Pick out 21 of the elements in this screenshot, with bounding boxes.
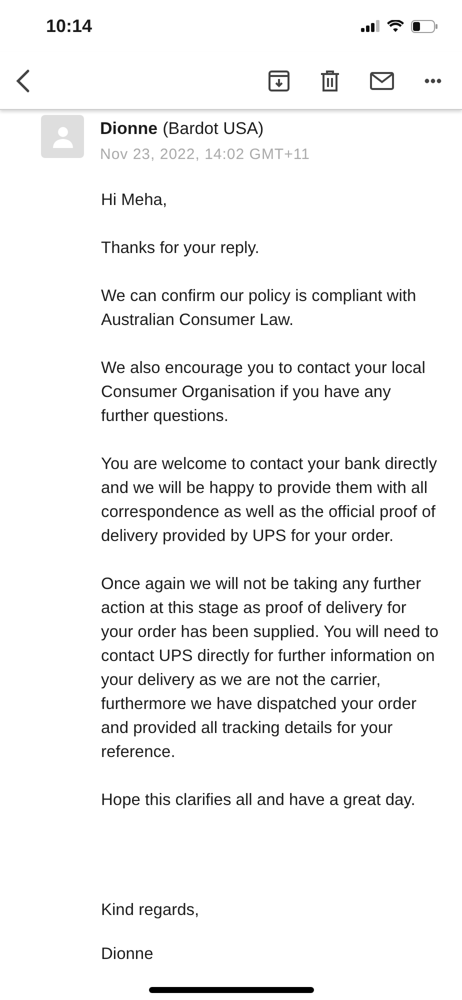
sender-name: Dionne: [100, 118, 158, 140]
message-paragraph: We can confirm our policy is compliant with Australian Consumer Law.: [101, 286, 418, 331]
signal-icon: [361, 20, 380, 32]
message-paragraph: Thanks for your reply.: [101, 238, 260, 259]
message-date: Nov 23, 2022, 14:02 GMT+11: [100, 144, 310, 164]
message-paragraph: Once again we will not be taking any further action at this stage as proof of delivery for your order has been supplied. You will need to contact UPS directly for further information on your delivery as we are not the carrier, furthermore we have dispatched your order and provided all tracking details for your reference.: [101, 574, 440, 763]
closing-text: Kind regards,: [101, 900, 200, 921]
sender-organization: (Bardot USA): [162, 118, 264, 140]
signature-name: Dionne: [101, 944, 154, 965]
battery-icon: [411, 20, 438, 32]
status-time: 10:14: [46, 14, 92, 38]
message-paragraph: We also encourage you to contact your local Consumer Organisation if you have any further questions.: [101, 358, 426, 427]
message-paragraph: Hi Meha,: [101, 190, 168, 211]
more-button[interactable]: [424, 78, 442, 84]
message-paragraph: Hope this clarifies all and have a great day.: [101, 790, 416, 811]
archive-button[interactable]: [268, 70, 290, 92]
trash-button[interactable]: [320, 70, 340, 92]
wifi-icon: [387, 20, 404, 32]
message-paragraph: You are welcome to contact your bank directly and we will be happy to provide them with all correspondence as well as the official proof of delivery provided by UPS for your order.: [101, 454, 438, 547]
avatar: [41, 115, 84, 158]
mail-button[interactable]: [370, 72, 394, 90]
